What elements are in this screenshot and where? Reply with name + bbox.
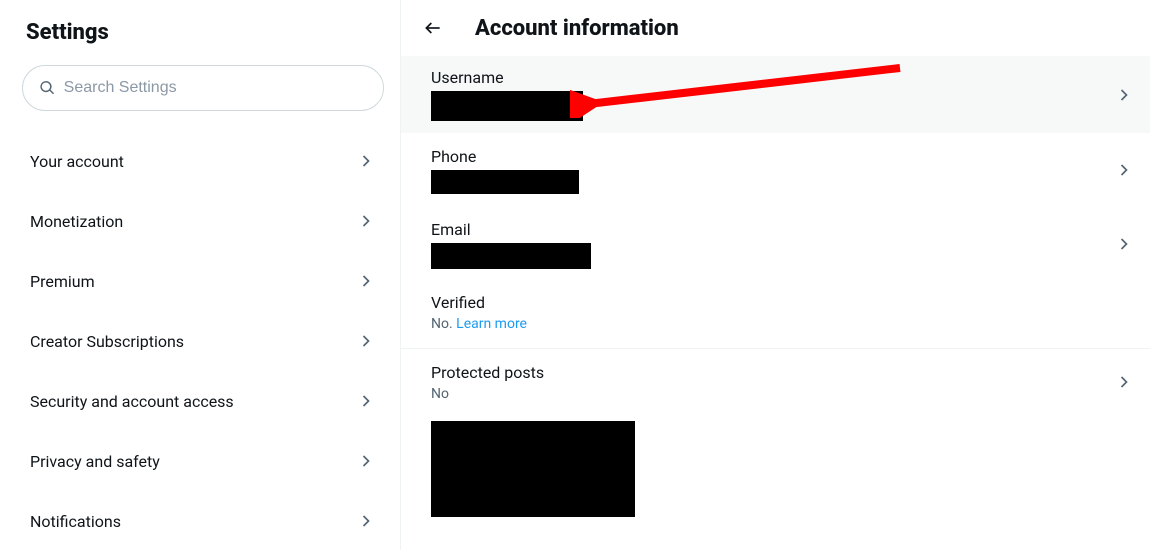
chevron-right-icon (356, 511, 376, 531)
verified-value: No. Learn more (431, 316, 527, 332)
chevron-right-icon (1114, 234, 1134, 254)
row-username[interactable]: Username (401, 56, 1150, 133)
arrow-left-icon (423, 18, 443, 38)
verified-label: Verified (431, 293, 527, 312)
sidebar-item-label: Notifications (30, 512, 121, 531)
protected-value: No (431, 386, 544, 402)
settings-sidebar: Settings Your account Monetization Premi… (0, 0, 400, 550)
search-input[interactable] (64, 79, 367, 97)
sidebar-item-label: Premium (30, 272, 95, 291)
sidebar-item-label: Privacy and safety (30, 452, 160, 471)
page-title: Account information (475, 16, 679, 41)
email-value-redacted (431, 243, 591, 269)
chevron-right-icon (1114, 372, 1134, 392)
chevron-right-icon (356, 331, 376, 351)
chevron-right-icon (1114, 160, 1134, 180)
row-verified: Verified No. Learn more (401, 281, 1150, 344)
search-icon (39, 79, 56, 97)
sidebar-item-security[interactable]: Security and account access (22, 371, 384, 431)
row-phone[interactable]: Phone (401, 133, 1150, 207)
chevron-right-icon (356, 271, 376, 291)
sidebar-item-monetization[interactable]: Monetization (22, 191, 384, 251)
back-button[interactable] (415, 10, 451, 46)
phone-label: Phone (431, 147, 579, 166)
chevron-right-icon (356, 391, 376, 411)
phone-value-redacted (431, 170, 579, 194)
sidebar-item-label: Security and account access (30, 392, 234, 411)
learn-more-link[interactable]: Learn more (456, 316, 527, 332)
redacted-content (431, 421, 635, 517)
sidebar-item-premium[interactable]: Premium (22, 251, 384, 311)
verified-text: No. (431, 316, 453, 332)
account-information-panel: Account information Username Phone Email… (400, 0, 1150, 550)
settings-title: Settings (22, 20, 384, 45)
row-protected-posts[interactable]: Protected posts No (401, 349, 1150, 409)
protected-label: Protected posts (431, 363, 544, 382)
email-label: Email (431, 220, 591, 239)
chevron-right-icon (1114, 85, 1134, 105)
sidebar-item-label: Monetization (30, 212, 123, 231)
username-label: Username (431, 68, 583, 87)
sidebar-item-creator-subscriptions[interactable]: Creator Subscriptions (22, 311, 384, 371)
chevron-right-icon (356, 151, 376, 171)
sidebar-item-label: Creator Subscriptions (30, 332, 184, 351)
sidebar-item-privacy[interactable]: Privacy and safety (22, 431, 384, 491)
row-email[interactable]: Email (401, 207, 1150, 281)
chevron-right-icon (356, 451, 376, 471)
sidebar-item-your-account[interactable]: Your account (22, 131, 384, 191)
chevron-right-icon (356, 211, 376, 231)
sidebar-item-label: Your account (30, 152, 124, 171)
search-settings-field[interactable] (22, 65, 384, 111)
username-value-redacted (431, 91, 583, 121)
redacted-block (401, 409, 1150, 533)
sidebar-item-notifications[interactable]: Notifications (22, 491, 384, 551)
panel-header: Account information (401, 0, 1150, 56)
